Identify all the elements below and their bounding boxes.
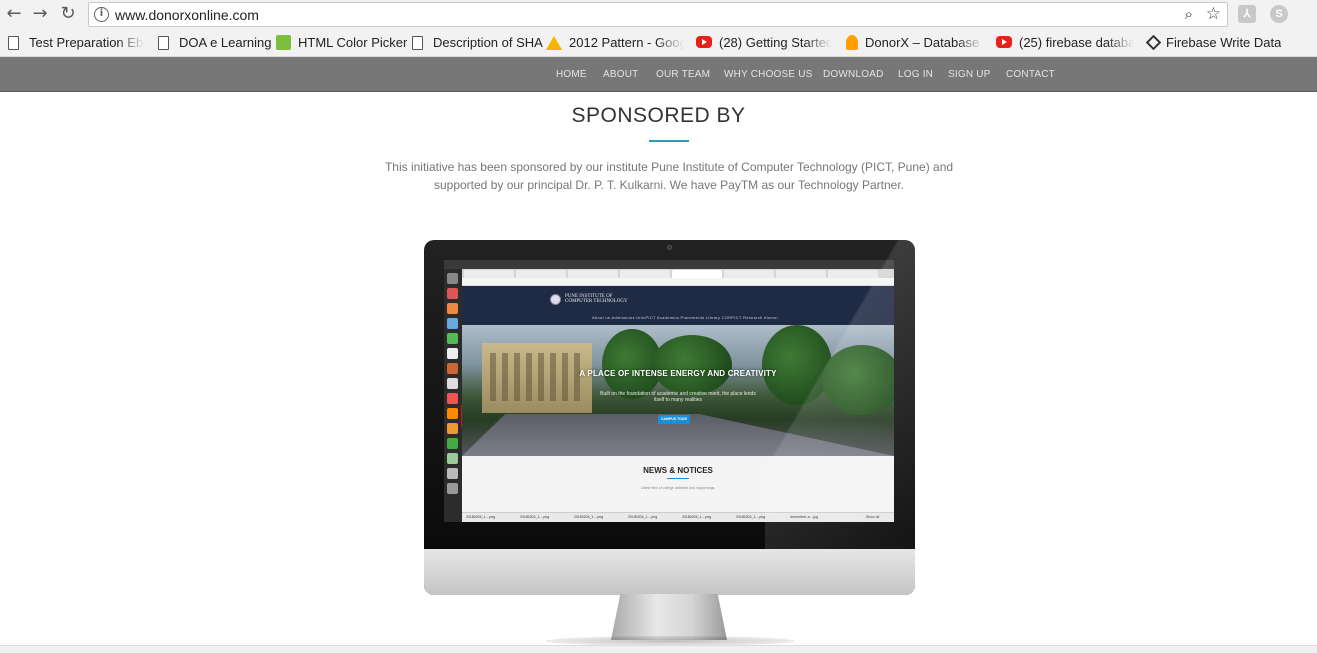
screen-brand: PUNE INSTITUTE OF COMPUTER TECHNOLOGY bbox=[565, 294, 628, 304]
download-item: 20180204_1....png bbox=[736, 515, 766, 519]
camera-dot bbox=[667, 245, 672, 250]
launcher-icon bbox=[447, 423, 458, 434]
nav-why-choose-us[interactable]: WHY CHOOSE US bbox=[724, 69, 813, 80]
launcher-icon bbox=[447, 318, 458, 329]
launcher-icon bbox=[447, 468, 458, 479]
screen-menu: About us Admissions UnivPICT Academics P… bbox=[592, 315, 778, 320]
info-icon[interactable]: i bbox=[94, 7, 109, 22]
nav-sign-up[interactable]: SIGN UP bbox=[948, 69, 991, 80]
launcher-icon bbox=[447, 303, 458, 314]
launcher-icon bbox=[447, 453, 458, 464]
download-item: 20180204_1....png bbox=[466, 515, 496, 519]
bookmark-item[interactable]: HTML Color Picker bbox=[276, 35, 407, 51]
youtube-icon bbox=[996, 36, 1012, 48]
launcher-icon bbox=[447, 333, 458, 344]
page-icon bbox=[412, 36, 423, 50]
nav-download[interactable]: DOWNLOAD bbox=[823, 69, 884, 80]
download-item: 20180204_1....png bbox=[520, 515, 550, 519]
page-bottom-edge bbox=[0, 645, 1317, 653]
screen-hero-button: CAMPUS TOUR bbox=[658, 415, 690, 424]
launcher-icon bbox=[447, 348, 458, 359]
nav-contact[interactable]: CONTACT bbox=[1006, 69, 1055, 80]
bookmark-label: Test Preparation Ebo bbox=[29, 35, 144, 50]
bookmark-label: DonorX – Database – bbox=[865, 35, 984, 50]
screen-news-underline bbox=[667, 478, 689, 479]
screen-hero-subtitle: Built on the foundation of academic and … bbox=[600, 391, 756, 403]
screen-tab bbox=[464, 270, 514, 278]
launcher-icon bbox=[447, 483, 458, 494]
drive-icon bbox=[546, 36, 562, 50]
forward-arrow-icon[interactable]: → bbox=[30, 4, 50, 24]
screen-tab bbox=[568, 270, 618, 278]
bookmark-item[interactable]: Firebase Write Data bbox=[1146, 35, 1281, 51]
launcher-icon bbox=[447, 288, 458, 299]
bookmark-label: 2012 Pattern - Googl bbox=[569, 35, 684, 50]
skype-extension-icon[interactable]: S bbox=[1270, 5, 1288, 23]
nav-about[interactable]: ABOUT bbox=[603, 69, 638, 80]
campus-building bbox=[482, 343, 592, 413]
firebase-icon bbox=[846, 35, 858, 50]
download-item: 20180204_1....png bbox=[682, 515, 712, 519]
nav-home[interactable]: HOME bbox=[556, 69, 587, 80]
heading-underline bbox=[649, 140, 689, 142]
pdf-extension-icon[interactable]: ⅄ bbox=[1238, 5, 1256, 23]
nav-log-in[interactable]: LOG IN bbox=[898, 69, 933, 80]
nav-our-team[interactable]: OUR TEAM bbox=[656, 69, 710, 80]
bookmark-item[interactable]: (25) firebase databas bbox=[996, 35, 1134, 51]
screen-tab bbox=[672, 270, 722, 278]
launcher-icon bbox=[447, 393, 458, 404]
bookmark-item[interactable]: (28) Getting Started w bbox=[696, 35, 832, 51]
section-description: This initiative has been sponsored by ou… bbox=[384, 160, 954, 192]
launcher-icon bbox=[447, 408, 458, 419]
youtube-icon bbox=[696, 36, 712, 48]
reload-icon[interactable]: ↻ bbox=[58, 4, 78, 24]
screen-glare bbox=[765, 240, 915, 550]
bookmark-item[interactable]: Test Preparation Ebo bbox=[8, 35, 144, 51]
zoom-icon[interactable]: ⌕ bbox=[1185, 5, 1193, 23]
tree bbox=[652, 335, 732, 395]
diamond-icon bbox=[1146, 35, 1162, 51]
screen-tab bbox=[620, 270, 670, 278]
browser-toolbar: ← → ↻ i www.donorxonline.com ⌕ ☆ ⅄ S bbox=[0, 0, 1317, 29]
site-navbar: HOME ABOUT OUR TEAM WHY CHOOSE US DOWNLO… bbox=[0, 57, 1317, 92]
bookmark-label: (28) Getting Started w bbox=[719, 35, 832, 50]
download-item: 20180204_1....png bbox=[574, 515, 604, 519]
bookmarks-bar: Test Preparation Ebo DOA e Learning HTML… bbox=[0, 29, 1317, 57]
bookmark-item[interactable]: Description of SHA bbox=[412, 35, 543, 51]
monitor-image: PUNE INSTITUTE OF COMPUTER TECHNOLOGY Ab… bbox=[424, 240, 915, 595]
back-arrow-icon[interactable]: ← bbox=[4, 4, 24, 24]
college-logo-icon bbox=[550, 294, 561, 305]
bookmark-label: (25) firebase databas bbox=[1019, 35, 1134, 50]
bookmark-item[interactable]: DonorX – Database – bbox=[846, 35, 984, 51]
screen-launcher bbox=[444, 269, 462, 522]
address-bar[interactable]: i www.donorxonline.com ⌕ ☆ bbox=[88, 2, 1228, 27]
bookmark-label: HTML Color Picker bbox=[298, 35, 408, 50]
bookmark-label: Firebase Write Data bbox=[1166, 35, 1282, 50]
url-text[interactable]: www.donorxonline.com bbox=[115, 7, 259, 23]
bookmark-item[interactable]: DOA e Learning bbox=[158, 35, 272, 51]
screen-tab bbox=[516, 270, 566, 278]
launcher-icon bbox=[447, 363, 458, 374]
monitor-chin bbox=[424, 549, 915, 595]
launcher-icon bbox=[447, 378, 458, 389]
page-icon bbox=[158, 36, 169, 50]
launcher-icon bbox=[447, 438, 458, 449]
bookmark-label: Description of SHA bbox=[433, 35, 543, 50]
bookmark-item[interactable]: 2012 Pattern - Googl bbox=[546, 35, 684, 51]
download-item: 20180204_1....png bbox=[628, 515, 658, 519]
launcher-icon bbox=[447, 273, 458, 284]
monitor-stand bbox=[611, 594, 727, 640]
bookmark-star-icon[interactable]: ☆ bbox=[1206, 4, 1221, 24]
bookmark-label: DOA e Learning bbox=[179, 35, 272, 50]
w3-icon bbox=[276, 35, 291, 50]
page-icon bbox=[8, 36, 19, 50]
section-heading: SPONSORED BY bbox=[571, 104, 746, 127]
